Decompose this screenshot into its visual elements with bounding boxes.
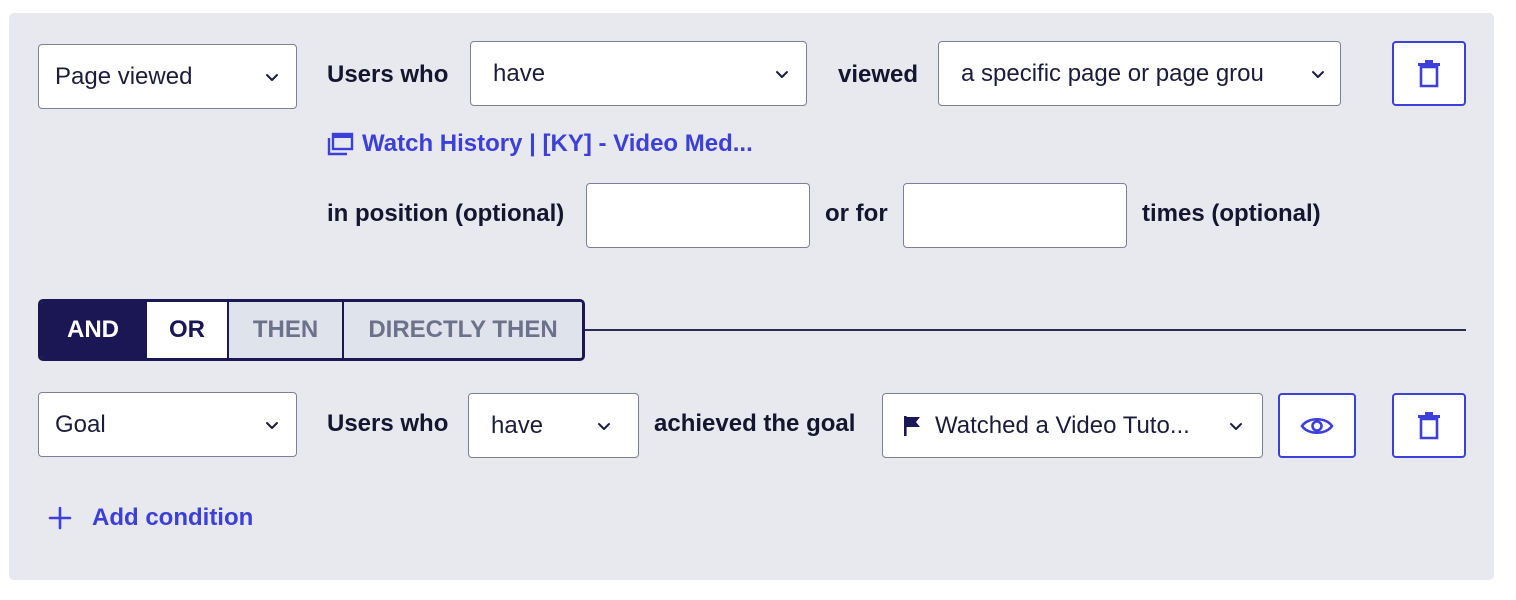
chevron-down-icon (1230, 422, 1242, 430)
goal-select-value: Watched a Video Tuto... (935, 411, 1190, 439)
page-target-select[interactable]: a specific page or page grou (938, 41, 1341, 106)
goal-select[interactable]: Watched a Video Tuto... (882, 393, 1263, 458)
chevron-down-icon (1312, 70, 1324, 78)
position-label: in position (optional) (327, 200, 565, 227)
position-input[interactable] (586, 183, 810, 248)
times-input[interactable] (903, 183, 1127, 248)
flag-icon (904, 415, 920, 436)
users-who-label-2: Users who (327, 410, 449, 437)
or-for-label: or for (825, 200, 888, 227)
trash-icon (1418, 411, 1440, 439)
times-label: times (optional) (1142, 200, 1321, 227)
page-group-link[interactable]: Watch History | [KY] - Video Med... (327, 128, 753, 160)
trash-icon (1418, 59, 1440, 87)
connector-divider (585, 329, 1466, 331)
delete-condition-button-2[interactable] (1392, 393, 1466, 458)
have-select-value: have (493, 59, 546, 87)
condition-type-select[interactable]: Page viewed (38, 44, 297, 109)
chevron-down-icon (776, 70, 788, 78)
users-who-label: Users who (327, 61, 449, 88)
preview-goal-button[interactable] (1278, 393, 1356, 458)
eye-icon (1300, 417, 1334, 434)
chevron-down-icon (266, 421, 278, 429)
have-select[interactable]: have (470, 41, 807, 106)
connector-directly-then[interactable]: DIRECTLY THEN (342, 302, 582, 358)
connector-and[interactable]: AND (41, 302, 145, 358)
have-select-2[interactable]: have (468, 393, 639, 458)
add-condition-label: Add condition (92, 504, 254, 531)
delete-condition-button[interactable] (1392, 41, 1466, 106)
condition-type-select-2[interactable]: Goal (38, 392, 297, 457)
condition-type-value: Page viewed (55, 62, 193, 90)
connector-then[interactable]: THEN (227, 302, 342, 358)
page-group-link-text: Watch History | [KY] - Video Med... (362, 130, 753, 157)
chevron-down-icon (598, 422, 610, 430)
achieved-goal-label: achieved the goal (654, 410, 856, 437)
add-condition-button[interactable]: Add condition (48, 502, 253, 534)
have-select-value-2: have (491, 411, 544, 439)
condition-type-value-2: Goal (55, 410, 106, 438)
viewed-label: viewed (838, 61, 919, 88)
page-target-value: a specific page or page grou (961, 59, 1264, 87)
pages-icon (327, 132, 354, 156)
connector-or[interactable]: OR (145, 302, 227, 358)
chevron-down-icon (266, 73, 278, 81)
plus-icon (48, 506, 72, 530)
connector-toggle: AND OR THEN DIRECTLY THEN (38, 299, 585, 361)
